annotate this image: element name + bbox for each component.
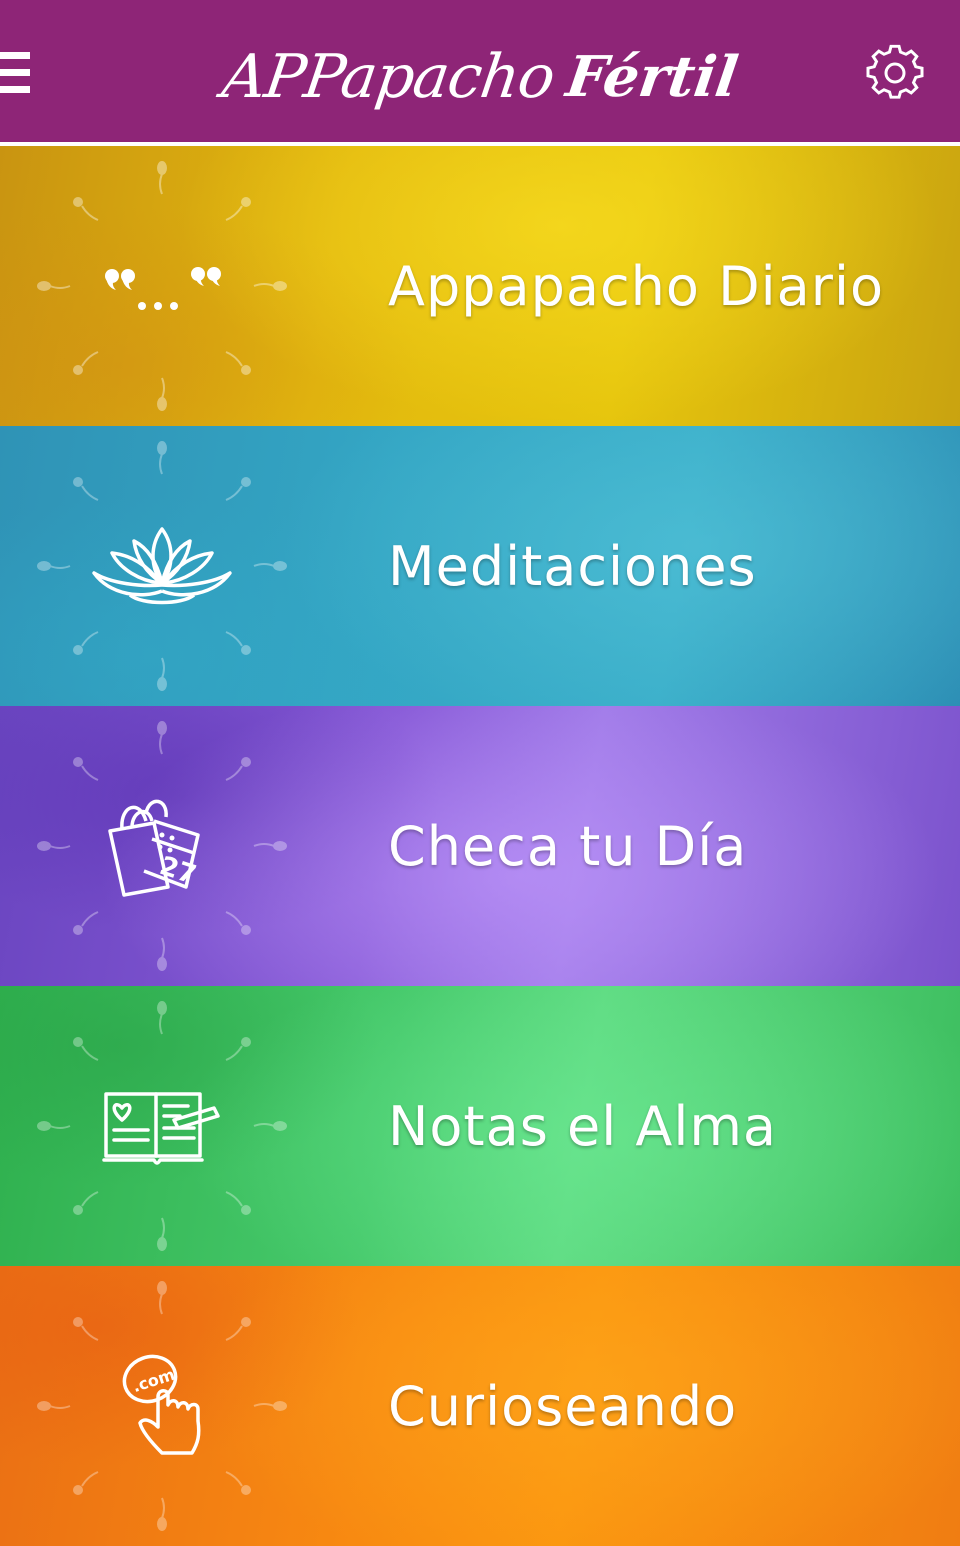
menu-item-curioseando[interactable]: .com Curioseando — [0, 1266, 960, 1546]
app-logo: APPapacho Fértil — [218, 22, 743, 132]
logo-bold-text: Fértil — [562, 44, 743, 110]
journal-pen-icon — [88, 1052, 236, 1200]
lotus-icon — [88, 492, 236, 640]
web-click-hand-icon: .com — [88, 1332, 236, 1480]
main-menu: Appapacho Diario Meditaciones 27 Checa t… — [0, 146, 960, 1546]
logo-script-text: APPapacho — [217, 42, 559, 112]
settings-button[interactable] — [866, 44, 924, 102]
hamburger-menu-icon — [0, 52, 30, 93]
calendar-bag-icon: 27 — [88, 772, 236, 920]
app-header: APPapacho Fértil — [0, 0, 960, 142]
menu-item-label: Appapacho Diario — [388, 254, 884, 318]
menu-item-checa-tu-dia[interactable]: 27 Checa tu Día — [0, 706, 960, 986]
menu-item-label: Notas el Alma — [388, 1094, 778, 1158]
menu-item-appapacho-diario[interactable]: Appapacho Diario — [0, 146, 960, 426]
menu-item-label: Meditaciones — [388, 534, 757, 598]
gear-icon — [866, 44, 924, 99]
menu-item-meditaciones[interactable]: Meditaciones — [0, 426, 960, 706]
menu-item-label: Curioseando — [388, 1374, 738, 1438]
hamburger-menu-button[interactable] — [0, 48, 34, 98]
quote-ellipsis-icon — [88, 212, 236, 360]
menu-item-notas-el-alma[interactable]: Notas el Alma — [0, 986, 960, 1266]
menu-item-label: Checa tu Día — [388, 814, 748, 878]
